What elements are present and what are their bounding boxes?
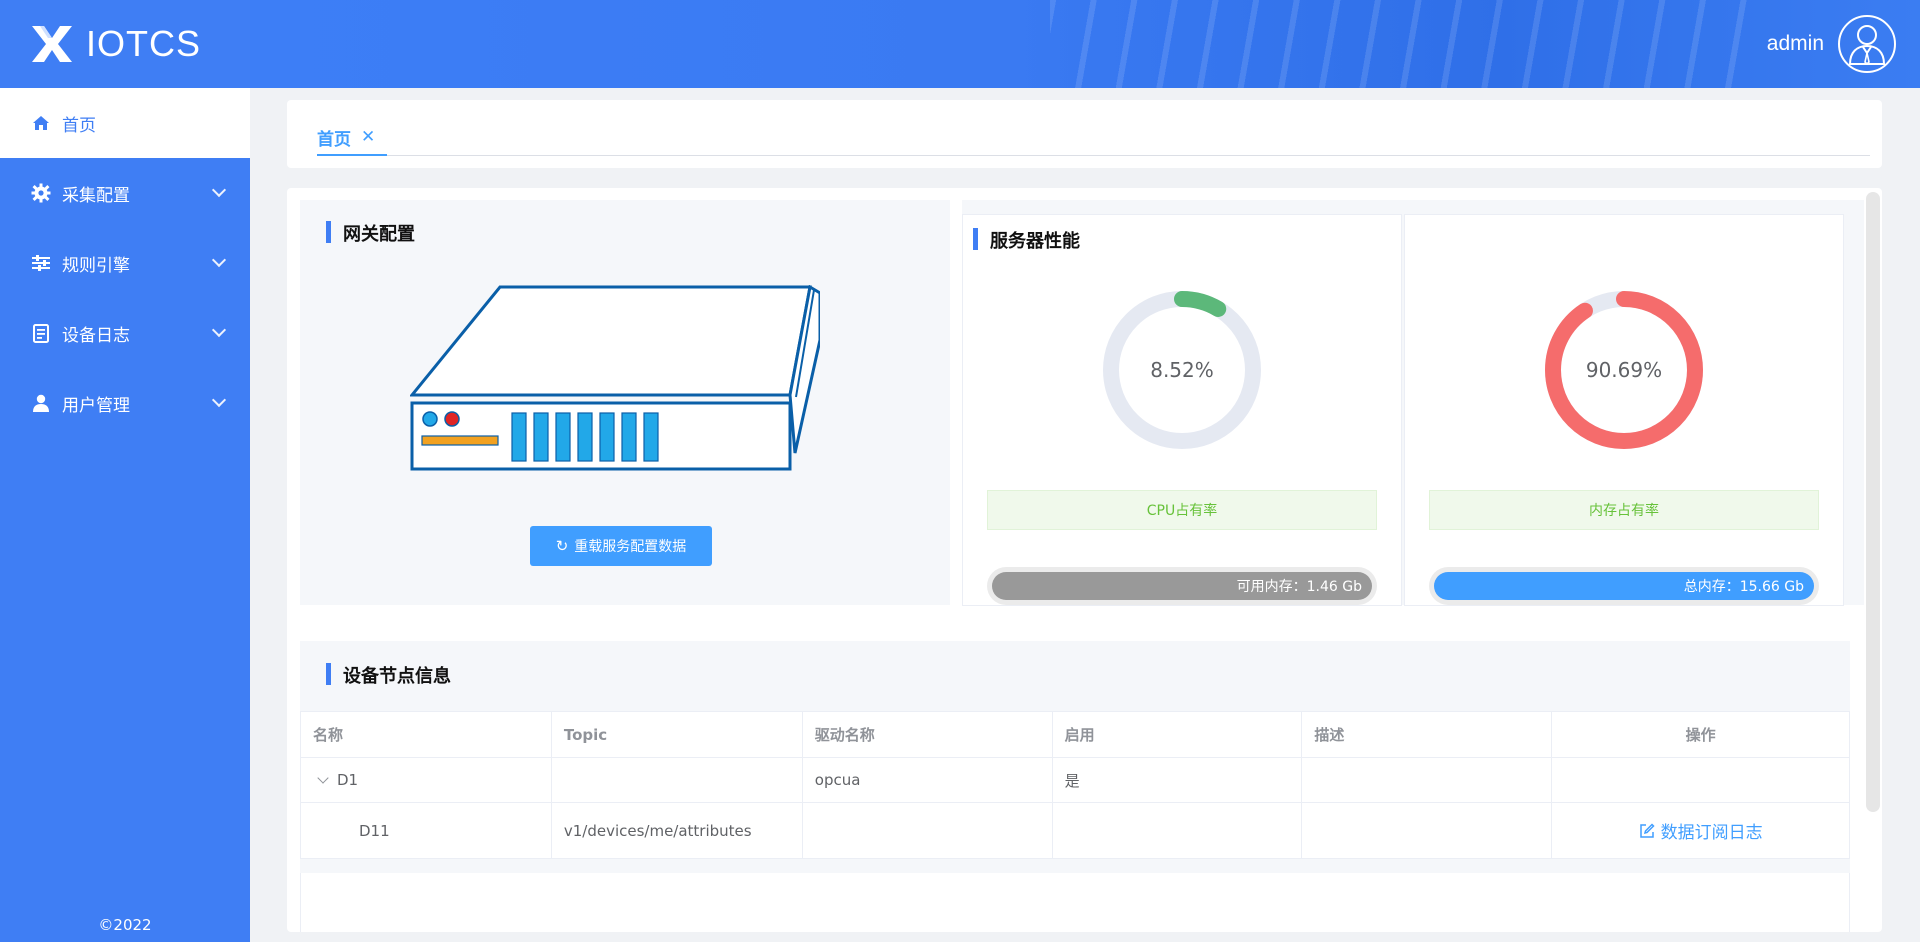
column-header: 启用 xyxy=(1051,711,1303,758)
column-header: 操作 xyxy=(1551,711,1850,758)
edit-icon xyxy=(1639,822,1655,838)
column-header: 描述 xyxy=(1301,711,1553,758)
reload-config-button[interactable]: ↻ 重载服务配置数据 xyxy=(530,526,712,566)
tab-divider xyxy=(317,155,1870,156)
gear-icon xyxy=(30,182,52,204)
chevron-down-icon xyxy=(211,322,227,338)
memory-usage-label: 内存占有率 xyxy=(1429,490,1819,530)
document-icon xyxy=(30,322,52,344)
sidebar: IOTCS 首页 采集配置 规则引擎 设备日志 用户管理 ©2022 xyxy=(0,0,250,942)
scrollbar[interactable] xyxy=(1866,192,1880,812)
memory-card: 90.69% 内存占有率 总内存：15.66 Gb xyxy=(1404,214,1844,606)
logo-icon xyxy=(32,26,72,62)
main-content: 网关配置 ↻ 重载服务配置数据 服务器性能 8.52% CPU占有率 可用内存：… xyxy=(287,188,1882,932)
chevron-down-icon xyxy=(211,182,227,198)
table-cell: D1 xyxy=(300,757,552,803)
device-node-panel: 设备节点信息 名称 Topic 驱动名称 启用 描述 操作 D1 opcua 是… xyxy=(300,641,1850,932)
table-row[interactable]: D11 v1/devices/me/attributes 数据订阅日志 xyxy=(300,802,1850,859)
table-cell xyxy=(1551,757,1850,803)
device-node-title: 设备节点信息 xyxy=(326,662,451,688)
refresh-icon: ↻ xyxy=(555,538,569,555)
table-cell: 数据订阅日志 xyxy=(1551,802,1850,859)
sidebar-item-rule-engine[interactable]: 规则引擎 xyxy=(0,228,250,298)
copyright: ©2022 xyxy=(98,916,152,934)
table-cell xyxy=(1301,757,1553,803)
sidebar-item-label: 规则引擎 xyxy=(62,255,130,276)
expand-chevron-icon[interactable] xyxy=(317,772,329,784)
header-background-decoration xyxy=(1050,0,1750,88)
sidebar-item-home[interactable]: 首页 xyxy=(0,88,250,158)
app-name: IOTCS xyxy=(86,23,202,64)
subscription-log-link[interactable]: 数据订阅日志 xyxy=(1639,818,1763,843)
performance-title: 服务器性能 xyxy=(973,227,1080,253)
top-header: admin xyxy=(250,0,1920,88)
device-node-table: 名称 Topic 驱动名称 启用 描述 操作 D1 opcua 是 D11 v1… xyxy=(300,711,1850,859)
subscription-log-label: 数据订阅日志 xyxy=(1660,823,1763,843)
user-avatar-icon xyxy=(1848,25,1886,66)
sliders-icon xyxy=(30,252,52,274)
logo[interactable]: IOTCS xyxy=(0,0,250,88)
tab-bar: 首页 ✕ xyxy=(287,100,1882,168)
tab-label: 首页 xyxy=(317,129,351,150)
cpu-usage-value: 8.52% xyxy=(1150,358,1214,382)
sidebar-item-label: 采集配置 xyxy=(62,185,130,206)
gateway-title: 网关配置 xyxy=(326,220,415,246)
available-memory-bar: 可用内存：1.46 Gb xyxy=(992,572,1372,600)
sidebar-item-user-management[interactable]: 用户管理 xyxy=(0,368,250,438)
reload-config-label: 重载服务配置数据 xyxy=(574,538,687,554)
node-name: D1 xyxy=(337,771,359,789)
table-cell xyxy=(801,802,1053,859)
sidebar-item-device-log[interactable]: 设备日志 xyxy=(0,298,250,368)
table-cell xyxy=(1051,802,1303,859)
server-performance-panel: 服务器性能 8.52% CPU占有率 可用内存：1.46 Gb 90.69% 内… xyxy=(962,200,1864,606)
column-header: Topic xyxy=(550,711,803,758)
memory-usage-value: 90.69% xyxy=(1585,358,1663,382)
chevron-down-icon xyxy=(211,392,227,408)
table-empty-area xyxy=(300,873,1850,932)
total-memory-progress: 总内存：15.66 Gb xyxy=(1429,567,1819,605)
table-cell: 是 xyxy=(1051,757,1303,803)
gateway-panel: 网关配置 ↻ 重载服务配置数据 xyxy=(300,200,950,605)
sidebar-item-collection-config[interactable]: 采集配置 xyxy=(0,158,250,228)
avatar[interactable] xyxy=(1838,15,1896,73)
home-icon xyxy=(30,112,52,134)
total-memory-bar: 总内存：15.66 Gb xyxy=(1434,572,1814,600)
table-cell: D11 xyxy=(300,802,552,859)
available-memory-progress: 可用内存：1.46 Gb xyxy=(987,567,1377,605)
table-cell: v1/devices/me/attributes xyxy=(550,802,803,859)
sidebar-item-label: 首页 xyxy=(62,115,96,136)
gateway-device-icon xyxy=(410,285,820,471)
table-cell xyxy=(550,757,803,803)
sidebar-item-label: 用户管理 xyxy=(62,395,130,416)
sidebar-item-label: 设备日志 xyxy=(62,325,130,346)
table-cell: opcua xyxy=(801,757,1053,803)
column-header: 名称 xyxy=(300,711,552,758)
column-header: 驱动名称 xyxy=(801,711,1053,758)
cpu-usage-label: CPU占有率 xyxy=(987,490,1377,530)
close-icon[interactable]: ✕ xyxy=(361,127,375,147)
table-row[interactable]: D1 opcua 是 xyxy=(300,757,1850,803)
cpu-card: 服务器性能 8.52% CPU占有率 可用内存：1.46 Gb xyxy=(962,214,1402,606)
chevron-down-icon xyxy=(211,252,227,268)
user-menu[interactable]: admin xyxy=(1767,15,1896,73)
user-icon xyxy=(30,392,52,414)
username[interactable]: admin xyxy=(1767,32,1824,56)
tab-home[interactable]: 首页 ✕ xyxy=(317,120,388,156)
table-header-row: 名称 Topic 驱动名称 启用 描述 操作 xyxy=(300,711,1850,758)
table-cell xyxy=(1301,802,1553,859)
